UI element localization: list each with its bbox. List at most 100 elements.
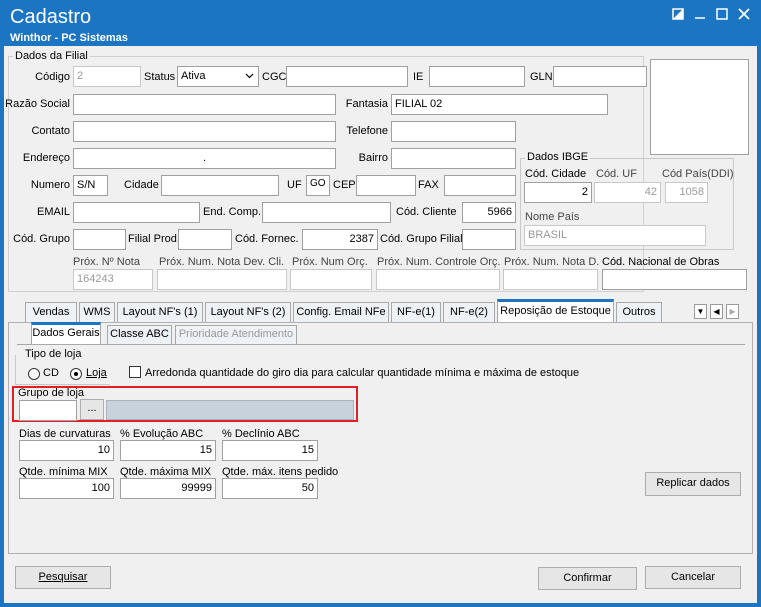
cd-radio[interactable]	[28, 368, 40, 380]
codfornec-input[interactable]: 2387	[302, 229, 378, 250]
codigo-label: Código	[35, 71, 70, 83]
codgrupofilial-input[interactable]	[462, 229, 516, 250]
replicar-dados-button[interactable]: Replicar dados	[645, 472, 741, 496]
tab-vendas[interactable]: Vendas	[25, 302, 77, 323]
qtde-minima-mix-input[interactable]: 100	[19, 478, 114, 499]
ie-input[interactable]	[429, 66, 525, 87]
fax-label: FAX	[418, 179, 439, 191]
prox-notad-input[interactable]	[503, 269, 598, 290]
codpais-label: Cód País(DDI)	[662, 168, 734, 180]
codcidade-label: Cód. Cidade	[525, 168, 587, 180]
fantasia-input[interactable]: FILIAL 02	[391, 94, 608, 115]
grupo-loja-description	[106, 400, 354, 420]
grupo-loja-browse-button[interactable]: ...	[80, 399, 104, 420]
uf-input[interactable]: GO	[306, 175, 330, 196]
contato-input[interactable]	[73, 121, 336, 142]
qtde-minima-mix-label: Qtde. mínima MIX	[19, 466, 108, 478]
subtab-dados-gerais[interactable]: Dados Gerais	[31, 322, 101, 344]
codigo-input[interactable]: 2	[73, 66, 141, 87]
pesquisar-button[interactable]: Pesquisar	[15, 566, 111, 589]
tab-reposicao-estoque[interactable]: Reposição de Estoque	[497, 299, 614, 323]
telefone-input[interactable]	[391, 121, 516, 142]
dias-curvaturas-input[interactable]: 10	[19, 440, 114, 461]
dados-filial-title: Dados da Filial	[13, 50, 90, 62]
cep-input[interactable]	[356, 175, 416, 196]
prox-controleorc-label: Próx. Num. Controle Orç.	[377, 256, 501, 268]
codcliente-input[interactable]: 5966	[462, 202, 516, 223]
tab-nfe-2[interactable]: NF-e(2)	[443, 302, 495, 323]
tab-scroll-left-icon[interactable]: ◀	[710, 304, 723, 319]
evolucao-abc-input[interactable]: 15	[120, 440, 216, 461]
uf-label: UF	[287, 179, 302, 191]
codcliente-label: Cód. Cliente	[396, 206, 457, 218]
coduf-input[interactable]: 42	[594, 182, 661, 203]
prox-nota-label: Próx. Nº Nota	[73, 256, 140, 268]
nomepais-input[interactable]: BRASIL	[524, 225, 706, 246]
qtde-max-itens-input[interactable]: 50	[222, 478, 318, 499]
prox-notad-label: Próx. Num. Nota D.	[504, 256, 600, 268]
tab-nfe-1[interactable]: NF-e(1)	[391, 302, 441, 323]
arredonda-label: Arredonda quantidade do giro dia para ca…	[145, 367, 580, 379]
declinio-abc-input[interactable]: 15	[222, 440, 318, 461]
confirmar-button[interactable]: Confirmar	[538, 567, 637, 590]
cgc-input[interactable]	[286, 66, 408, 87]
filialprod-input[interactable]	[178, 229, 232, 250]
gln-input[interactable]	[553, 66, 647, 87]
tab-wms[interactable]: WMS	[79, 302, 115, 323]
prox-obras-input[interactable]	[602, 269, 747, 290]
tab-layout-nf-2[interactable]: Layout NF's (2)	[205, 302, 291, 323]
cancelar-button[interactable]: Cancelar	[645, 566, 741, 589]
subtab-classe-abc[interactable]: Classe ABC	[107, 325, 172, 344]
bairro-input[interactable]	[391, 148, 516, 169]
grupo-loja-title: Grupo de loja	[18, 387, 85, 399]
coduf-label: Cód. UF	[596, 168, 637, 180]
codgrupo-label: Cód. Grupo	[13, 233, 70, 245]
status-label: Status	[144, 71, 176, 83]
arredonda-checkbox[interactable]	[129, 366, 141, 378]
subtab-line	[17, 344, 745, 345]
status-value: Ativa	[181, 70, 206, 82]
prox-nota-input[interactable]: 164243	[73, 269, 153, 290]
prox-controleorc-input[interactable]	[376, 269, 500, 290]
chevron-down-icon	[245, 70, 254, 85]
endcomp-input[interactable]	[262, 202, 391, 223]
ie-label: IE	[413, 71, 424, 83]
fantasia-label: Fantasia	[345, 98, 388, 110]
codgrupo-input[interactable]	[73, 229, 126, 250]
cidade-input[interactable]	[161, 175, 279, 196]
subtab-prioridade-atendimento[interactable]: Prioridade Atendimento	[175, 325, 297, 344]
qtde-max-itens-label: Qtde. máx. itens pedido	[222, 466, 339, 478]
numero-input[interactable]: S/N	[73, 175, 108, 196]
telefone-label: Telefone	[346, 125, 388, 137]
endereco-label: Endereço	[22, 152, 70, 164]
razao-label: Razão Social	[5, 98, 70, 110]
qtde-maxima-mix-input[interactable]: 99999	[120, 478, 216, 499]
prox-orc-label: Próx. Num Orç.	[292, 256, 368, 268]
codfornec-label: Cód. Fornec.	[235, 233, 299, 245]
razao-input[interactable]	[73, 94, 336, 115]
status-select[interactable]: Ativa	[177, 66, 259, 87]
cgc-label: CGC	[262, 71, 287, 83]
dados-ibge-title: Dados IBGE	[525, 151, 591, 163]
tab-outros[interactable]: Outros	[616, 302, 662, 323]
prox-obras-label: Cód. Nacional de Obras	[602, 256, 720, 268]
tab-scroll-down-icon[interactable]: ▼	[694, 304, 707, 319]
tab-strip-line	[8, 322, 753, 323]
endcomp-label: End. Comp.	[203, 206, 262, 218]
prox-notadev-input[interactable]	[157, 269, 287, 290]
codcidade-input[interactable]: 2	[524, 182, 592, 203]
loja-radio[interactable]	[70, 368, 82, 380]
prox-orc-input[interactable]	[290, 269, 372, 290]
filialprod-label: Filial Prod.	[128, 233, 180, 245]
grupo-loja-input[interactable]	[19, 400, 77, 421]
dias-curvaturas-label: Dias de curvaturas	[19, 428, 111, 440]
email-input[interactable]	[73, 202, 200, 223]
tab-config-email-nfe[interactable]: Config. Email NFe	[293, 302, 389, 323]
tab-layout-nf-1[interactable]: Layout NF's (1)	[117, 302, 203, 323]
nomepais-label: Nome País	[525, 211, 580, 223]
endereco-input[interactable]: .	[73, 148, 336, 169]
codpais-input[interactable]: 1058	[665, 182, 708, 203]
cep-label: CEP	[333, 179, 356, 191]
tab-scroll-right-icon[interactable]: ▶	[726, 304, 739, 319]
fax-input[interactable]	[444, 175, 516, 196]
